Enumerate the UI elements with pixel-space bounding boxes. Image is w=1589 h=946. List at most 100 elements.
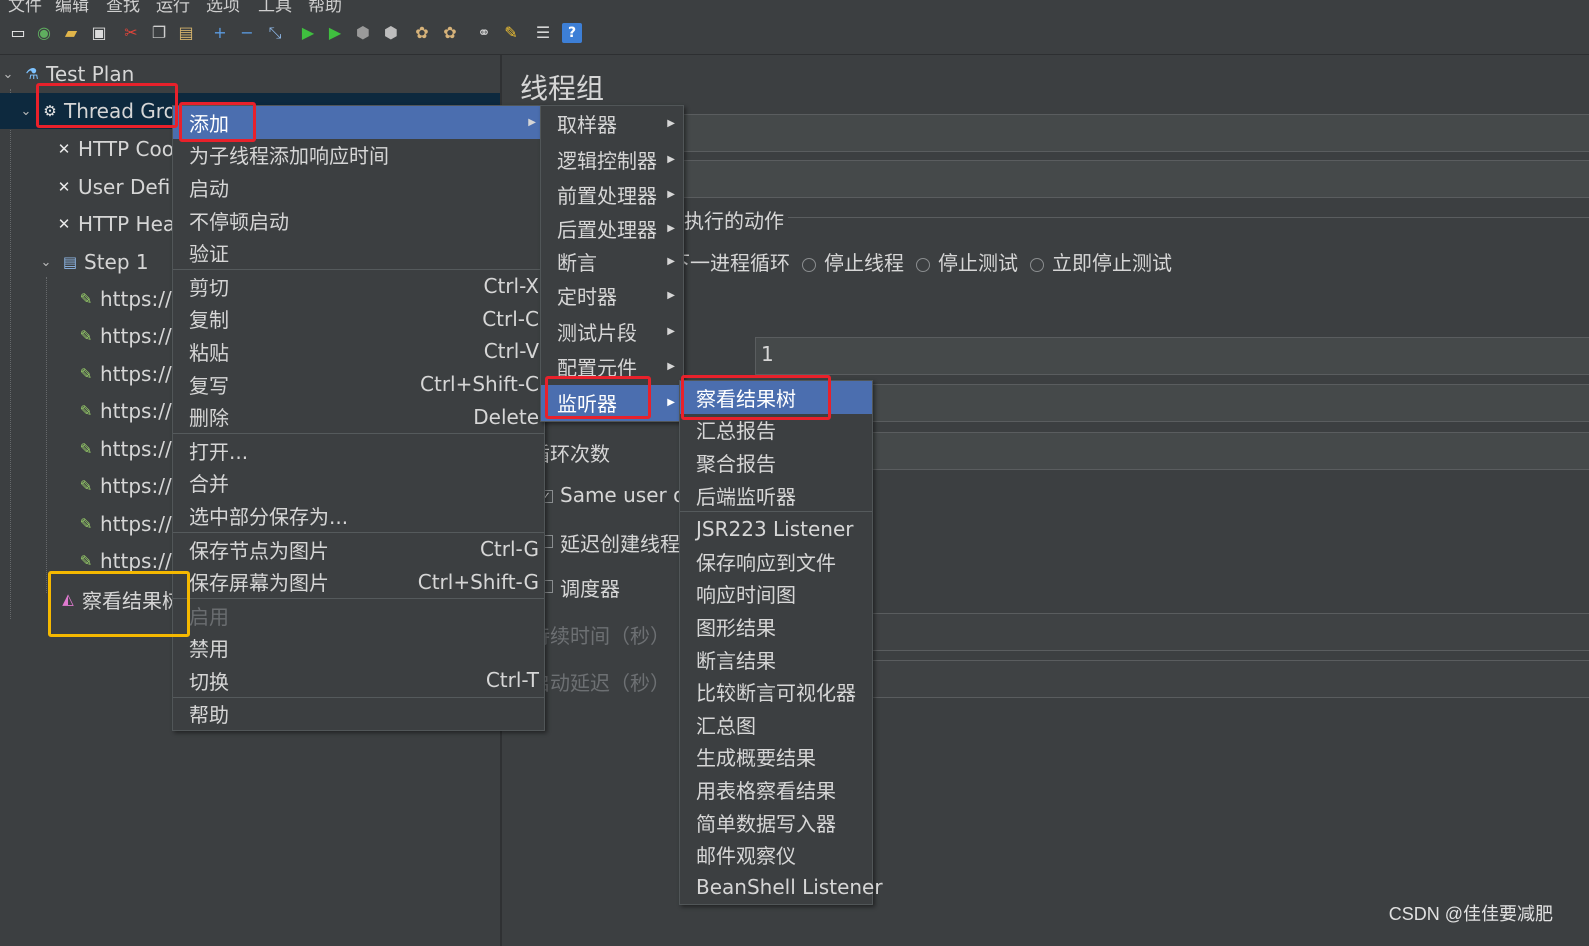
submenu-item-pre-processor[interactable]: 前置处理器 ▶ [541, 177, 683, 213]
menu-item-delete[interactable]: 删除 Delete [173, 400, 544, 433]
tree-item-step1[interactable]: ⌄ ▤ Step 1 [38, 244, 149, 280]
listener-item-compare-assertion-visualizer[interactable]: 比较断言可视化器 [680, 675, 872, 708]
templates-icon[interactable]: ◉ [34, 23, 54, 43]
toggle-icon[interactable]: ⤡ [265, 23, 285, 43]
listener-item-beanshell[interactable]: BeanShell Listener [680, 871, 883, 904]
listener-item-aggregate-graph[interactable]: 汇总图 [680, 708, 872, 741]
collapse-icon[interactable]: − [237, 23, 257, 43]
listener-item-simple-data-writer[interactable]: 简单数据写入器 [680, 806, 872, 839]
listener-item-view-results-table[interactable]: 用表格察看结果 [680, 773, 872, 806]
chevron-right-icon: ▶ [667, 223, 675, 235]
submenu-item-sampler[interactable]: 取样器 ▶ [541, 106, 683, 142]
menu-item-help[interactable]: 帮助 [173, 698, 544, 731]
menu-item-paste[interactable]: 粘贴 Ctrl-V [173, 335, 544, 368]
search-icon[interactable]: ⚭ [474, 23, 494, 43]
open-icon[interactable]: ▰ [61, 23, 81, 43]
startup-delay-field[interactable] [860, 660, 1589, 698]
menu-tools[interactable]: 工具 [258, 0, 292, 14]
menu-item-duplicate[interactable]: 复写 Ctrl+Shift-C [173, 368, 544, 401]
help-icon[interactable]: ? [562, 23, 582, 43]
tree-item-request[interactable]: ✎ https:// [56, 281, 172, 317]
menu-item-merge[interactable]: 合并 [173, 467, 544, 500]
radio-stop-test[interactable]: 停止测试 [938, 251, 1018, 275]
chevron-down-icon[interactable]: ⌄ [18, 104, 34, 119]
shortcut-label: Ctrl+Shift-C [420, 372, 539, 397]
menu-label: 启动 [189, 176, 229, 201]
menu-item-toggle[interactable]: 切换 Ctrl-T [173, 664, 544, 697]
tree-item-request[interactable]: ✎ https:// [56, 318, 172, 354]
listener-item-assertion-results[interactable]: 断言结果 [680, 643, 872, 676]
radio-stop-now-circle[interactable] [1030, 257, 1044, 272]
radio-stop-test-now[interactable]: 立即停止测试 [1052, 251, 1172, 275]
listener-item-graph-results[interactable]: 图形结果 [680, 610, 872, 643]
chevron-down-icon[interactable]: ⌄ [38, 255, 54, 270]
save-icon[interactable]: ▣ [89, 23, 109, 43]
tree-item-http-header[interactable]: ✕ HTTP Hea [38, 206, 175, 242]
menu-file[interactable]: 文件 [8, 0, 42, 14]
menu-item-start[interactable]: 启动 [173, 171, 544, 204]
function-helper-icon[interactable]: ☰ [533, 23, 553, 43]
menu-label: 比较断言可视化器 [696, 681, 856, 706]
menu-item-open[interactable]: 打开... [173, 434, 544, 467]
menu-item-cut[interactable]: 剪切 Ctrl-X [173, 270, 544, 303]
clear-icon[interactable]: ✿ [412, 23, 432, 43]
wrench-icon: ✕ [57, 178, 71, 196]
chevron-down-icon[interactable]: ⌄ [0, 67, 16, 82]
page-title: 线程组 [520, 72, 605, 105]
start-no-pause-icon[interactable]: ▶ [325, 23, 345, 43]
tree-item-http-cookie[interactable]: ✕ HTTP Coo [38, 131, 174, 167]
tree-item-request[interactable]: ✎ https:// [56, 506, 172, 542]
radio-next-loop[interactable]: 下一进程循环 [670, 251, 790, 275]
tree-item-request[interactable]: ✎ https:// [56, 393, 172, 429]
menu-item-save-selection[interactable]: 选中部分保存为... [173, 499, 544, 532]
menu-help[interactable]: 帮助 [308, 0, 342, 14]
copy-icon[interactable]: ❐ [149, 23, 169, 43]
tree-item-request[interactable]: ✎ https:// [56, 468, 172, 504]
menu-item-copy[interactable]: 复制 Ctrl-C [173, 303, 544, 336]
tree-label: https:// [100, 437, 172, 461]
menu-search[interactable]: 查找 [106, 0, 140, 14]
menu-item-disable[interactable]: 禁用 [173, 632, 544, 665]
submenu-item-logic-controller[interactable]: 逻辑控制器 ▶ [541, 142, 683, 178]
highlight-box-thread-group [36, 83, 178, 128]
ramp-up-field[interactable] [755, 384, 1589, 422]
listener-item-save-responses[interactable]: 保存响应到文件 [680, 545, 872, 578]
listener-item-generate-summary[interactable]: 生成概要结果 [680, 741, 872, 774]
radio-stop-test-circle[interactable] [916, 257, 930, 272]
stop-icon[interactable]: ⬢ [353, 23, 373, 43]
tree-item-request[interactable]: ✎ https:// [56, 356, 172, 392]
start-icon[interactable]: ▶ [298, 23, 318, 43]
listener-item-jsr223[interactable]: JSR223 Listener [680, 512, 872, 545]
listener-item-aggregate-report[interactable]: 聚合报告 [680, 446, 872, 479]
action-radio-group: 下一进程循环 停止线程 停止测试 立即停止测试 [670, 247, 1172, 276]
loop-count-field[interactable] [810, 432, 1589, 470]
submenu-item-post-processor[interactable]: 后置处理器 ▶ [541, 213, 683, 246]
menu-item-save-screen-image[interactable]: 保存屏幕为图片 Ctrl+Shift-G [173, 565, 544, 598]
new-file-icon[interactable]: ▭ [8, 23, 28, 43]
menu-edit[interactable]: 编辑 [55, 0, 89, 14]
tree-item-request[interactable]: ✎ https:// [56, 431, 172, 467]
threads-field[interactable]: 1 [755, 337, 1589, 375]
radio-stop-thread-circle[interactable] [802, 257, 816, 272]
menu-item-save-node-image[interactable]: 保存节点为图片 Ctrl-G [173, 533, 544, 566]
submenu-item-test-fragment[interactable]: 测试片段 ▶ [541, 314, 683, 350]
menu-item-start-no-pause[interactable]: 不停顿启动 [173, 204, 544, 237]
clear-all-icon[interactable]: ✿ [440, 23, 460, 43]
menu-item-validate[interactable]: 验证 [173, 236, 544, 269]
listener-item-mailer-visualizer[interactable]: 邮件观察仪 [680, 838, 872, 871]
menu-options[interactable]: 选项 [206, 0, 240, 14]
shutdown-icon[interactable]: ⬢ [381, 23, 401, 43]
listener-item-response-time-graph[interactable]: 响应时间图 [680, 578, 872, 611]
tree-item-user-defined[interactable]: ✕ User Defi [38, 169, 171, 205]
duration-field[interactable] [860, 613, 1589, 651]
reset-search-icon[interactable]: ✎ [501, 23, 521, 43]
menu-item-add-response-time[interactable]: 为子线程添加响应时间 [173, 139, 544, 172]
submenu-item-assertion[interactable]: 断言 ▶ [541, 245, 683, 278]
listener-item-backend-listener[interactable]: 后端监听器 [680, 479, 872, 512]
paste-icon[interactable]: ▤ [176, 23, 196, 43]
expand-icon[interactable]: + [210, 23, 230, 43]
cut-icon[interactable]: ✂ [121, 23, 141, 43]
radio-stop-thread[interactable]: 停止线程 [824, 251, 904, 275]
menu-run[interactable]: 运行 [156, 0, 190, 14]
submenu-item-timer[interactable]: 定时器 ▶ [541, 278, 683, 314]
